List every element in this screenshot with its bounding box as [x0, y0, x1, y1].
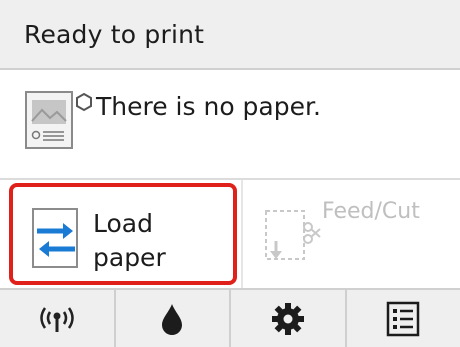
- feed-cut-icon: [262, 207, 322, 265]
- wireless-icon: [35, 302, 79, 336]
- action-area: Load paper Feed/Cut: [0, 178, 460, 290]
- paper-status-icon: [24, 88, 96, 150]
- tab-ink[interactable]: [116, 290, 231, 347]
- tab-network[interactable]: [0, 290, 116, 347]
- bottom-tabbar: [0, 288, 460, 347]
- ink-drop-icon: [160, 302, 184, 336]
- feed-cut-button[interactable]: Feed/Cut: [244, 183, 456, 285]
- status-bar: Ready to print: [0, 0, 460, 70]
- tab-jobs[interactable]: [347, 290, 460, 347]
- tab-settings[interactable]: [231, 290, 347, 347]
- message-panel[interactable]: There is no paper.: [0, 70, 460, 178]
- gear-icon: [271, 302, 305, 336]
- message-text: There is no paper.: [96, 92, 321, 121]
- printer-panel: Ready to print There is no paper. Load p…: [0, 0, 460, 347]
- load-paper-icon: [31, 207, 85, 269]
- action-divider: [241, 180, 243, 290]
- load-paper-button[interactable]: Load paper: [9, 183, 237, 285]
- load-paper-label: Load paper: [93, 209, 166, 272]
- status-text: Ready to print: [24, 19, 205, 49]
- feed-cut-label: Feed/Cut: [322, 199, 420, 224]
- list-icon: [386, 301, 420, 337]
